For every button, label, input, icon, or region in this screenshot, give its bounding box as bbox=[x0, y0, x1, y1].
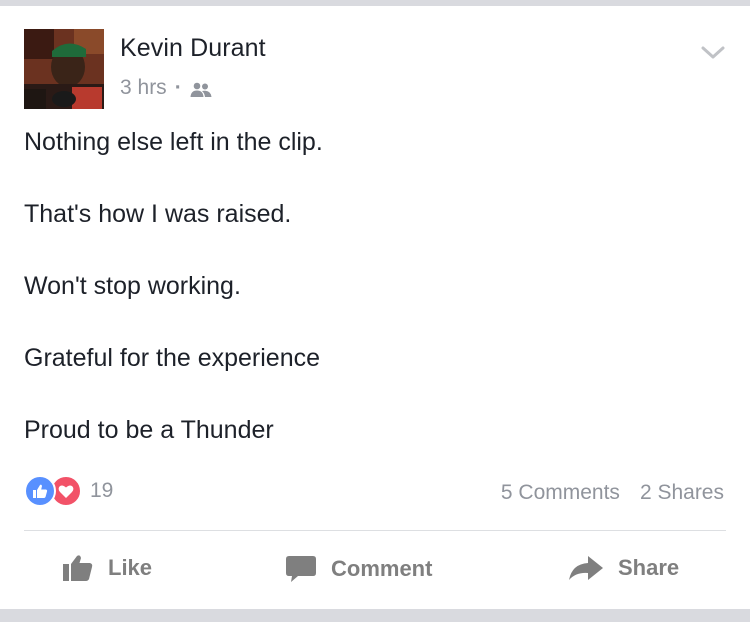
post-text-line: Proud to be a Thunder bbox=[24, 416, 274, 444]
post-text-line: That's how I was raised. bbox=[24, 200, 292, 228]
chevron-down-icon[interactable] bbox=[700, 42, 726, 62]
shares-count-link[interactable]: 2 Shares bbox=[640, 481, 724, 505]
post-text-line: Grateful for the experience bbox=[24, 344, 320, 372]
like-label: Like bbox=[108, 555, 153, 580]
share-label: Share bbox=[618, 555, 680, 580]
like-reaction-icon bbox=[24, 475, 56, 507]
reaction-count: 19 bbox=[90, 479, 114, 502]
share-button[interactable]: Share bbox=[568, 554, 679, 582]
post-text-line: Nothing else left in the clip. bbox=[24, 128, 323, 156]
friends-icon bbox=[190, 80, 212, 97]
reaction-summary[interactable]: 19 bbox=[24, 475, 113, 507]
author-name[interactable]: Kevin Durant bbox=[120, 34, 266, 63]
post-meta: 3 hrs · bbox=[120, 76, 212, 100]
divider bbox=[24, 530, 726, 531]
post-time[interactable]: 3 hrs bbox=[120, 76, 167, 100]
comment-button[interactable]: Comment bbox=[285, 554, 432, 584]
engagement-counts: 5 Comments 2 Shares bbox=[501, 481, 724, 505]
comment-label: Comment bbox=[331, 556, 433, 581]
like-button[interactable]: Like bbox=[62, 554, 152, 582]
post-card: Kevin Durant 3 hrs · Nothing else left i… bbox=[0, 6, 750, 609]
thumbs-up-icon bbox=[63, 555, 93, 581]
post-text-line: Won't stop working. bbox=[24, 272, 241, 300]
comment-icon bbox=[286, 556, 316, 582]
meta-separator: · bbox=[174, 76, 182, 99]
avatar[interactable] bbox=[24, 29, 104, 109]
comments-count-link[interactable]: 5 Comments bbox=[501, 481, 620, 505]
profile-photo bbox=[24, 29, 104, 109]
share-arrow-icon bbox=[569, 556, 603, 580]
